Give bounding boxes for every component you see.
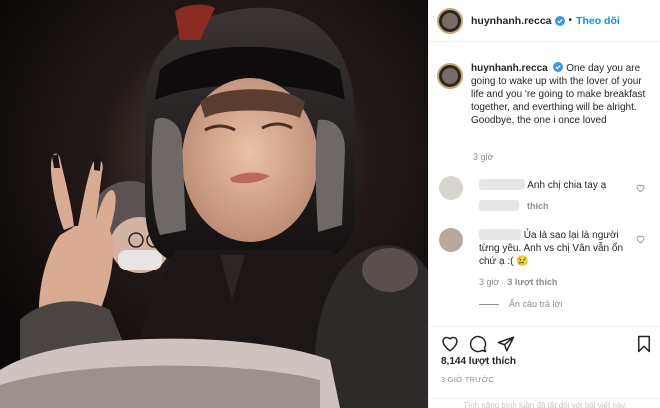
separator-dot: •	[568, 15, 573, 26]
caption-time[interactable]: 3 giờ	[473, 152, 493, 162]
comment-like-button[interactable]: thích	[527, 201, 549, 211]
hide-replies-button[interactable]: Ẩn câu trả lời	[479, 299, 562, 309]
caption-text-block: huynhanh.recca One day you are going to …	[471, 62, 651, 127]
comment-likes-count[interactable]: 3 lượt thích	[507, 277, 557, 287]
post-sidebar: huynhanh.recca • Theo dõi huynhanh.recca…	[428, 0, 660, 408]
instagram-post: huynhanh.recca • Theo dõi huynhanh.recca…	[0, 0, 660, 408]
post-header: huynhanh.recca • Theo dõi	[429, 0, 660, 42]
photo-illustration	[0, 0, 428, 408]
likes-count[interactable]: 8,144 lượt thích	[441, 356, 516, 367]
verified-badge-icon	[554, 15, 565, 26]
comment-text-block: Anh chị chia tay ạ	[479, 179, 627, 192]
comments-disabled-note: Tính năng bình luận đã tắt đối với bài v…	[429, 398, 660, 408]
comment-time[interactable]: 3 giờ	[479, 277, 499, 287]
hide-replies-label[interactable]: Ẩn câu trả lời	[509, 299, 562, 309]
avatar-image	[442, 68, 458, 84]
heart-icon[interactable]	[636, 235, 645, 244]
heart-icon[interactable]	[441, 335, 459, 353]
caption-avatar[interactable]	[437, 63, 463, 89]
commenter-name-blurred[interactable]	[479, 229, 521, 240]
post-timestamp[interactable]: 3 GIỜ TRƯỚC	[441, 375, 494, 384]
caption-username[interactable]: huynhanh.recca	[471, 63, 548, 74]
author-username[interactable]: huynhanh.recca	[471, 15, 552, 27]
commenter-name-blurred[interactable]	[479, 179, 525, 190]
comment-text: Anh chị chia tay ạ	[527, 180, 607, 191]
follow-button[interactable]: Theo dõi	[576, 15, 620, 27]
comment-time-blurred	[479, 200, 519, 211]
caption: huynhanh.recca One day you are going to …	[437, 62, 657, 127]
share-icon[interactable]	[497, 335, 515, 353]
heart-icon[interactable]	[636, 184, 645, 193]
bookmark-icon[interactable]	[635, 335, 653, 353]
commenter-avatar[interactable]	[439, 176, 463, 200]
comment-icon[interactable]	[469, 335, 487, 353]
comment-meta: 3 giờ 3 lượt thích	[479, 277, 557, 287]
comment-text-block: Ủa là sao lại là người từng yêu. Anh vs …	[479, 229, 639, 268]
commenter-avatar[interactable]	[439, 228, 463, 252]
divider-line	[479, 303, 499, 305]
comment-meta: thích	[479, 200, 549, 211]
avatar-image	[442, 12, 458, 29]
post-actions	[429, 326, 660, 408]
post-photo[interactable]	[0, 0, 428, 408]
verified-badge-icon	[553, 62, 564, 72]
author-avatar[interactable]	[437, 7, 463, 34]
